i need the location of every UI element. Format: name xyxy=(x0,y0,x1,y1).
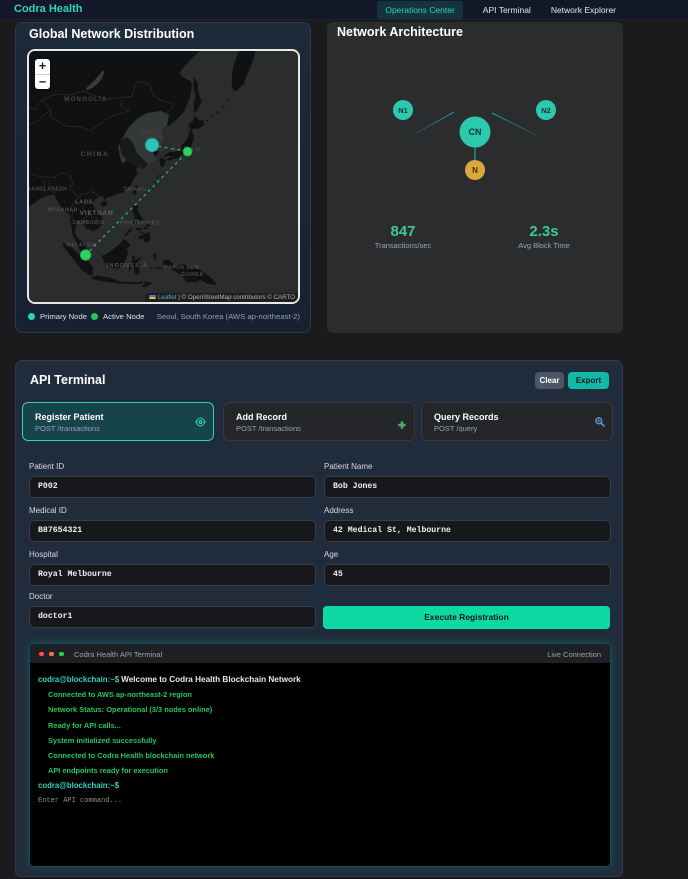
svg-text:INDONESIA: INDONESIA xyxy=(107,263,148,269)
svg-text:GUINEA: GUINEA xyxy=(181,272,204,278)
svg-text:N: N xyxy=(472,166,478,175)
svg-text:N2: N2 xyxy=(541,106,551,115)
svg-text:MONGOLIA: MONGOLIA xyxy=(64,97,107,103)
svg-text:LAOS: LAOS xyxy=(75,199,93,205)
svg-text:CN: CN xyxy=(469,127,482,137)
svg-text:CHINA: CHINA xyxy=(80,151,109,158)
svg-text:MYANMAR: MYANMAR xyxy=(48,208,78,214)
svg-text:PAPUA NEW: PAPUA NEW xyxy=(165,265,200,271)
svg-text:BANGLADESH: BANGLADESH xyxy=(29,186,67,192)
svg-text:TAIWAN: TAIWAN xyxy=(124,187,147,193)
svg-text:CAMBODIA: CAMBODIA xyxy=(72,220,104,226)
svg-text:PHILIPPINES: PHILIPPINES xyxy=(120,221,160,227)
svg-text:VIETNAM: VIETNAM xyxy=(80,211,114,217)
svg-text:MALAYSIA: MALAYSIA xyxy=(66,243,96,249)
svg-text:N1: N1 xyxy=(398,106,408,115)
